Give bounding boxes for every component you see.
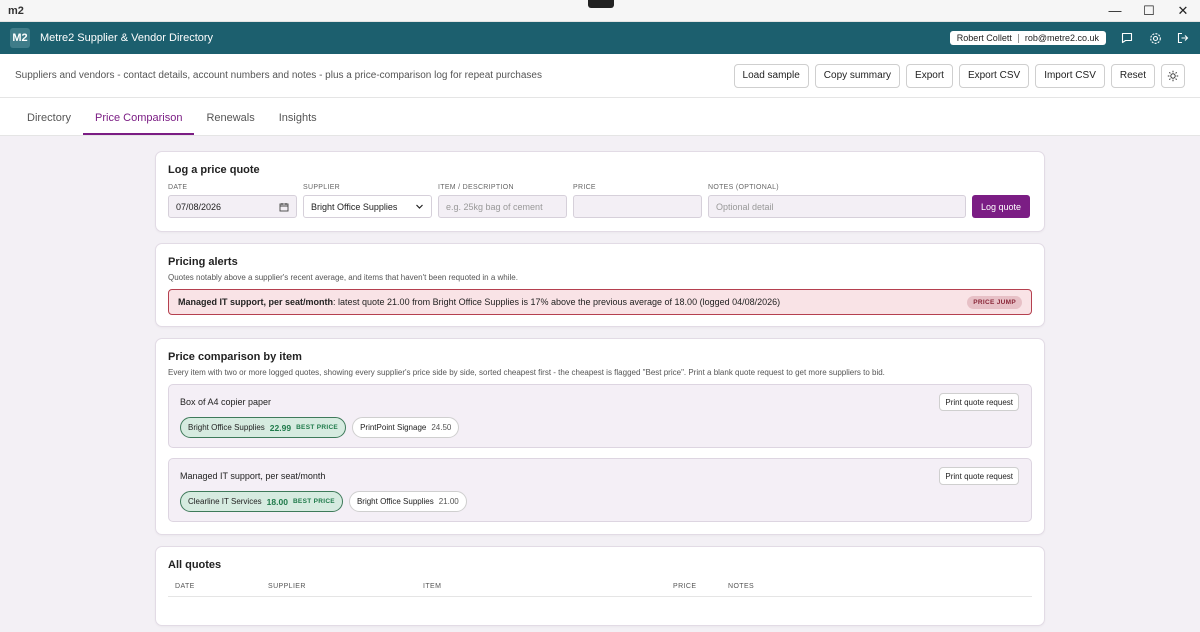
- supplier-price-pill: PrintPoint Signage 24.50: [352, 417, 460, 438]
- copy-summary-button[interactable]: Copy summary: [814, 63, 901, 88]
- log-quote-card: Log a price quote DATE 07/08/2026 SUPPLI…: [155, 151, 1045, 232]
- comparison-item-name: Box of A4 copier paper: [180, 397, 272, 407]
- calendar-icon[interactable]: [279, 202, 289, 212]
- logout-icon[interactable]: [1176, 31, 1190, 45]
- tab-price-comparison[interactable]: Price Comparison: [83, 112, 195, 135]
- price-comparison-description: Every item with two or more logged quote…: [168, 368, 885, 377]
- app-header: M2 Metre2 Supplier & Vendor Directory Ro…: [0, 22, 1200, 54]
- pill-price: 22.99: [269, 422, 292, 433]
- comparison-item: Managed IT support, per seat/month Print…: [168, 458, 1032, 522]
- notes-input[interactable]: Optional detail: [708, 195, 966, 218]
- print-quote-request-button[interactable]: Print quote request: [939, 393, 1019, 411]
- price-comparison-title: Price comparison by item: [168, 351, 302, 363]
- all-quotes-title: All quotes: [168, 559, 222, 571]
- alert-message: : latest quote 21.00 from Bright Office …: [333, 297, 781, 307]
- close-button[interactable]: ✕: [1166, 0, 1200, 22]
- quotes-table-header: DATE SUPPLIER ITEM PRICE NOTES: [168, 583, 1032, 597]
- pill-supplier: Bright Office Supplies: [188, 423, 265, 432]
- notes-label: NOTES (OPTIONAL): [708, 184, 779, 191]
- subheader: Suppliers and vendors - contact details,…: [0, 54, 1200, 98]
- tab-insights[interactable]: Insights: [267, 112, 329, 135]
- log-quote-title: Log a price quote: [168, 164, 260, 176]
- price-label: PRICE: [573, 184, 596, 191]
- export-csv-button[interactable]: Export CSV: [958, 63, 1030, 88]
- supplier-select[interactable]: Bright Office Supplies: [303, 195, 432, 218]
- item-input[interactable]: e.g. 25kg bag of cement: [438, 195, 567, 218]
- price-jump-alert: Managed IT support, per seat/month: late…: [168, 289, 1032, 315]
- export-button[interactable]: Export: [906, 63, 953, 88]
- sun-icon: [1167, 70, 1179, 81]
- supplier-price-pill: Bright Office Supplies 21.00: [348, 491, 467, 512]
- alert-text: Managed IT support, per seat/month: late…: [178, 297, 780, 307]
- price-comparison-card: Price comparison by item Every item with…: [155, 338, 1045, 535]
- app-description: Suppliers and vendors - contact details,…: [15, 70, 542, 81]
- supplier-price-pill-best: Bright Office Supplies 22.99 BEST PRICE: [180, 417, 347, 438]
- chat-icon[interactable]: [1120, 31, 1134, 45]
- log-quote-button[interactable]: Log quote: [972, 195, 1031, 218]
- gear-icon[interactable]: [1148, 31, 1162, 45]
- comparison-item: Box of A4 copier paper Print quote reque…: [168, 384, 1032, 448]
- item-label: ITEM / DESCRIPTION: [438, 184, 514, 191]
- pill-price: 24.50: [431, 423, 452, 432]
- pill-supplier: Bright Office Supplies: [356, 497, 434, 506]
- user-name: Robert Collett: [956, 33, 1012, 43]
- pricing-alerts-description: Quotes notably above a supplier's recent…: [168, 273, 518, 282]
- user-chip[interactable]: Robert Collett rob@metre2.co.uk: [949, 31, 1106, 45]
- pricing-alerts-title: Pricing alerts: [168, 256, 238, 268]
- os-app-logo: m2: [8, 4, 24, 17]
- main-content: Log a price quote DATE 07/08/2026 SUPPLI…: [155, 151, 1045, 632]
- best-price-label: BEST PRICE: [296, 424, 339, 431]
- maximize-button[interactable]: ☐: [1132, 0, 1166, 22]
- date-value: 07/08/2026: [176, 201, 222, 212]
- tab-directory[interactable]: Directory: [15, 112, 83, 135]
- col-date[interactable]: DATE: [175, 583, 268, 590]
- os-title-bar: m2 — ☐ ✕: [0, 0, 1200, 22]
- minimize-button[interactable]: —: [1098, 0, 1132, 22]
- load-sample-button[interactable]: Load sample: [733, 63, 809, 88]
- price-jump-badge: PRICE JUMP: [967, 295, 1022, 309]
- tab-renewals[interactable]: Renewals: [194, 112, 266, 135]
- chevron-down-icon: [416, 204, 423, 209]
- alert-subject: Managed IT support, per seat/month: [178, 297, 334, 307]
- app-logo: M2: [10, 28, 30, 48]
- pill-supplier: PrintPoint Signage: [360, 423, 427, 432]
- theme-toggle-button[interactable]: [1161, 63, 1185, 88]
- col-price[interactable]: PRICE: [673, 583, 728, 590]
- pill-price: 21.00: [438, 497, 459, 506]
- all-quotes-card: All quotes DATE SUPPLIER ITEM PRICE NOTE…: [155, 546, 1045, 626]
- window-drag-handle[interactable]: [588, 0, 614, 8]
- col-item[interactable]: ITEM: [423, 583, 673, 590]
- col-supplier[interactable]: SUPPLIER: [268, 583, 423, 590]
- best-price-label: BEST PRICE: [292, 498, 335, 505]
- user-email: rob@metre2.co.uk: [1024, 33, 1099, 43]
- app-title: Metre2 Supplier & Vendor Directory: [40, 32, 214, 44]
- supplier-value: Bright Office Supplies: [311, 201, 398, 212]
- date-input[interactable]: 07/08/2026: [168, 195, 297, 218]
- pill-price: 18.00: [266, 496, 288, 507]
- toolbar: Load sample Copy summary Export Export C…: [733, 63, 1185, 88]
- pricing-alerts-card: Pricing alerts Quotes notably above a su…: [155, 243, 1045, 327]
- comparison-item-name: Managed IT support, per seat/month: [180, 471, 326, 481]
- print-quote-request-button[interactable]: Print quote request: [939, 467, 1019, 485]
- supplier-label: SUPPLIER: [303, 184, 341, 191]
- tab-bar: Directory Price Comparison Renewals Insi…: [0, 98, 1200, 136]
- col-notes[interactable]: NOTES: [728, 583, 754, 590]
- user-chip-divider: [1017, 33, 1019, 43]
- import-csv-button[interactable]: Import CSV: [1035, 63, 1105, 88]
- price-input[interactable]: [573, 195, 702, 218]
- reset-button[interactable]: Reset: [1110, 63, 1155, 88]
- date-label: DATE: [168, 184, 188, 191]
- supplier-price-pill-best: Clearline IT Services 18.00 BEST PRICE: [180, 491, 343, 512]
- pill-supplier: Clearline IT Services: [188, 497, 262, 506]
